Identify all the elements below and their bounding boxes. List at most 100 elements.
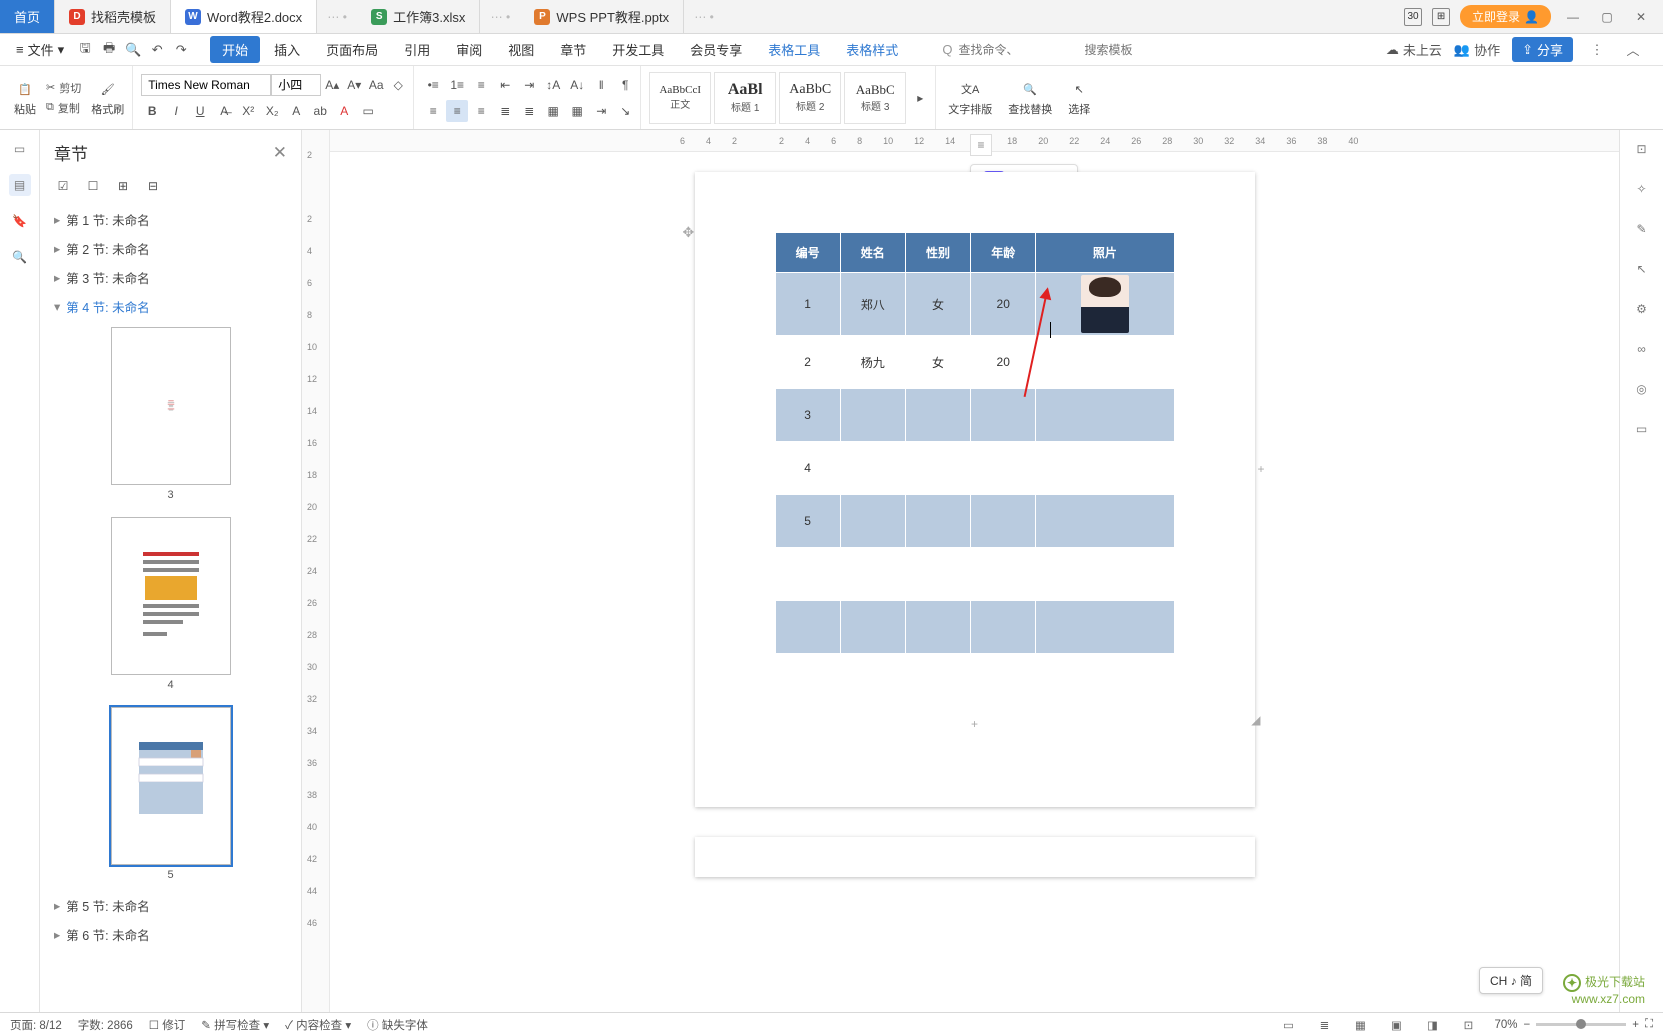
cut-button[interactable]: ✂剪切: [46, 80, 81, 96]
table-cell[interactable]: 郑八: [840, 273, 905, 336]
menu-page-layout[interactable]: 页面布局: [314, 36, 390, 63]
photo-cell[interactable]: [1036, 273, 1174, 336]
table-row[interactable]: 2杨九女20: [775, 336, 1174, 389]
table-row[interactable]: [775, 601, 1174, 654]
subscript-button[interactable]: X₂: [261, 100, 283, 122]
paste-button[interactable]: 📋 粘贴: [10, 76, 40, 119]
show-marks-button[interactable]: ¶: [614, 74, 636, 96]
numbering-button[interactable]: 1≡: [446, 74, 468, 96]
table-cell[interactable]: 5: [775, 495, 840, 548]
table-anchor-icon[interactable]: ✥: [683, 224, 695, 241]
table-header[interactable]: 姓名: [840, 233, 905, 273]
table-row[interactable]: [775, 654, 1174, 707]
vertical-ruler[interactable]: 2246810121416182022242628303234363840424…: [302, 130, 330, 1012]
minimize-button[interactable]: —: [1561, 5, 1585, 29]
table-header[interactable]: 编号: [775, 233, 840, 273]
qat-save-icon[interactable]: 🖫: [74, 39, 96, 61]
rail-location-icon[interactable]: ◎: [1631, 378, 1653, 400]
rail-settings-icon[interactable]: ⚙: [1631, 298, 1653, 320]
tab-overflow-1[interactable]: ⋯ •: [317, 0, 357, 33]
table-cell[interactable]: [971, 654, 1036, 707]
style-heading3[interactable]: AaBbC标题 3: [844, 72, 906, 124]
multilevel-button[interactable]: ≡: [470, 74, 492, 96]
panel-close-icon[interactable]: ✕: [273, 143, 287, 163]
tab-overflow-3[interactable]: ⋯ •: [684, 0, 724, 33]
rail-outline-icon[interactable]: ▤: [9, 174, 31, 196]
rail-ai-icon[interactable]: ✧: [1631, 178, 1653, 200]
tab-xls-doc[interactable]: S 工作簿3.xlsx: [357, 0, 480, 33]
outline-item[interactable]: ▸第 3 节: 未命名: [46, 263, 295, 292]
table-header[interactable]: 年龄: [971, 233, 1036, 273]
rail-pen-icon[interactable]: ✎: [1631, 218, 1653, 240]
maximize-button[interactable]: ▢: [1595, 5, 1619, 29]
align-right-button[interactable]: ≡: [470, 100, 492, 122]
font-color-button[interactable]: A: [333, 100, 355, 122]
table-cell[interactable]: 2: [775, 336, 840, 389]
align-left-button[interactable]: ≡: [422, 100, 444, 122]
tab-word-doc[interactable]: W Word教程2.docx: [171, 0, 317, 33]
photo-cell[interactable]: [1036, 389, 1174, 442]
status-revise[interactable]: ☐ 修订: [149, 1017, 186, 1033]
table-cell[interactable]: [905, 601, 970, 654]
outline-item[interactable]: ▸第 1 节: 未命名: [46, 205, 295, 234]
highlight-button[interactable]: ab: [309, 100, 331, 122]
table-add-row-icon[interactable]: +: [971, 717, 978, 731]
zoom-control[interactable]: 70% − + ⛶: [1494, 1018, 1653, 1031]
app-menu-icon[interactable]: ⊞: [1432, 8, 1450, 26]
outline-item[interactable]: ▸第 6 节: 未命名: [46, 920, 295, 949]
menu-devtools[interactable]: 开发工具: [600, 36, 676, 63]
table-cell[interactable]: [840, 601, 905, 654]
shading-button[interactable]: ▦: [542, 100, 564, 122]
table-row[interactable]: 5: [775, 495, 1174, 548]
view-web-icon[interactable]: ▦: [1350, 1016, 1370, 1034]
strike-button[interactable]: A̶: [213, 100, 235, 122]
table-cell[interactable]: [971, 389, 1036, 442]
table-cell[interactable]: [971, 548, 1036, 601]
rail-link-icon[interactable]: ∞: [1631, 338, 1653, 360]
font-name-select[interactable]: [141, 74, 271, 96]
outline-item-selected[interactable]: ▾第 4 节: 未命名: [46, 292, 295, 321]
clear-format-icon[interactable]: ◇: [387, 74, 409, 96]
text-layout-button[interactable]: 文A文字排版: [944, 76, 996, 119]
line-spacing-button[interactable]: ‖: [590, 74, 612, 96]
zoom-thumb[interactable]: [1576, 1019, 1586, 1029]
menu-table-tools[interactable]: 表格工具: [756, 36, 832, 63]
menu-references[interactable]: 引用: [392, 36, 442, 63]
styles-more-icon[interactable]: ▸: [909, 87, 931, 109]
menu-more-icon[interactable]: ⋮: [1585, 38, 1609, 62]
status-words[interactable]: 字数: 2866: [78, 1017, 133, 1033]
table-cell[interactable]: [905, 548, 970, 601]
decrease-font-icon[interactable]: A▾: [343, 74, 365, 96]
collab-button[interactable]: 👥 协作: [1454, 40, 1500, 59]
qat-preview-icon[interactable]: 🔍: [122, 39, 144, 61]
table-cell[interactable]: 杨九: [840, 336, 905, 389]
close-button[interactable]: ✕: [1629, 5, 1653, 29]
italic-button[interactable]: I: [165, 100, 187, 122]
collapse-ribbon-icon[interactable]: ︿: [1621, 38, 1645, 62]
paragraph-dialog-button[interactable]: ↘: [614, 100, 636, 122]
view-focus-icon[interactable]: ◨: [1422, 1016, 1442, 1034]
photo-cell[interactable]: [1036, 601, 1174, 654]
share-button[interactable]: ⇪ 分享: [1512, 37, 1573, 62]
cloud-status[interactable]: ☁ 未上云: [1386, 40, 1442, 59]
view-page-icon[interactable]: ▭: [1278, 1016, 1298, 1034]
table-cell[interactable]: 女: [905, 273, 970, 336]
table-add-col-icon[interactable]: +: [1257, 462, 1264, 476]
table-cell[interactable]: [840, 389, 905, 442]
zoom-in-icon[interactable]: +: [1632, 1019, 1639, 1031]
select-button[interactable]: ↖选择: [1064, 76, 1094, 119]
zoom-slider[interactable]: [1536, 1023, 1626, 1026]
menu-sections[interactable]: 章节: [548, 36, 598, 63]
table-cell[interactable]: [971, 601, 1036, 654]
menu-start[interactable]: 开始: [210, 36, 260, 63]
view-outline-icon[interactable]: ≣: [1314, 1016, 1334, 1034]
menu-table-style[interactable]: 表格样式: [834, 36, 910, 63]
table-row[interactable]: 1郑八女20: [775, 273, 1174, 336]
menu-insert[interactable]: 插入: [262, 36, 312, 63]
table-row[interactable]: 3: [775, 389, 1174, 442]
bullets-button[interactable]: •≡: [422, 74, 444, 96]
table-cell[interactable]: [840, 548, 905, 601]
text-direction-button[interactable]: ↕A: [542, 74, 564, 96]
superscript-button[interactable]: X²: [237, 100, 259, 122]
page-thumb-4[interactable]: [111, 517, 231, 675]
